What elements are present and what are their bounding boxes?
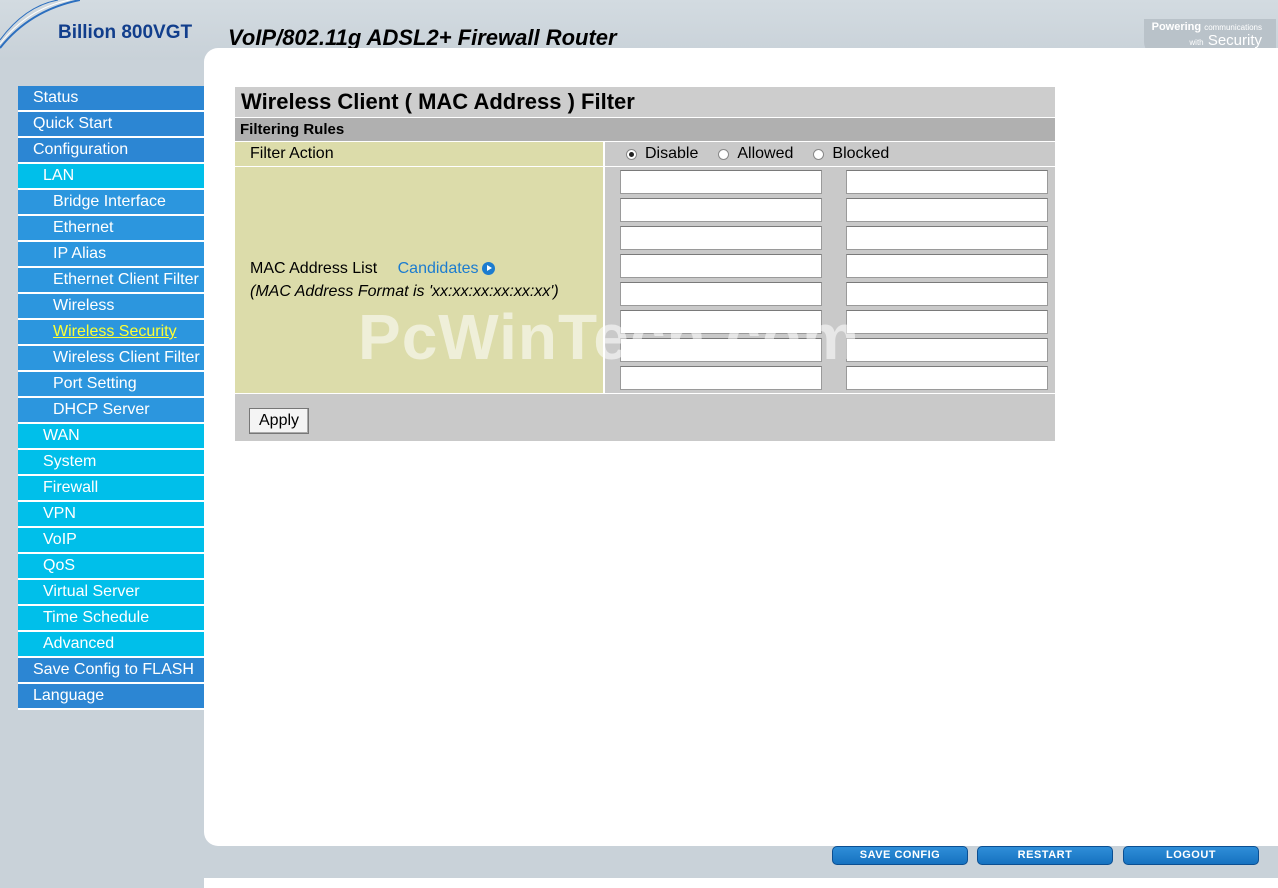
sidebar-item-qos[interactable]: QoS (18, 554, 204, 580)
sidebar-item-ethernet[interactable]: Ethernet (18, 216, 204, 242)
sidebar-item-lan[interactable]: LAN (18, 164, 204, 190)
sidebar-item-wireless-client-filter[interactable]: Wireless Client Filter (18, 346, 204, 372)
sidebar-item-bridge-interface[interactable]: Bridge Interface (18, 190, 204, 216)
filter-action-label: Filter Action (235, 141, 603, 166)
sidebar-item-ethernet-client-filter[interactable]: Ethernet Client Filter (18, 268, 204, 294)
save-config-button[interactable]: SAVE CONFIG (832, 846, 968, 865)
mac-format-hint: (MAC Address Format is 'xx:xx:xx:xx:xx:x… (250, 282, 559, 300)
sidebar-item-quick-start[interactable]: Quick Start (18, 112, 204, 138)
filter-disable-label: Disable (645, 145, 699, 162)
mac-address-inputs (603, 166, 1055, 393)
logout-button[interactable]: LOGOUT (1123, 846, 1259, 865)
mac-address-input-13[interactable] (620, 338, 822, 362)
mac-filter-table: Wireless Client ( MAC Address ) Filter F… (235, 87, 1055, 441)
sidebar-item-time-schedule[interactable]: Time Schedule (18, 606, 204, 632)
sidebar-item-wireless-security[interactable]: Wireless Security (18, 320, 204, 346)
candidates-link[interactable]: Candidates (398, 260, 495, 277)
mac-address-input-3[interactable] (620, 198, 822, 222)
filter-blocked-label: Blocked (832, 145, 890, 162)
sidebar-item-language[interactable]: Language (18, 684, 204, 710)
mac-address-input-1[interactable] (620, 170, 822, 194)
mac-address-input-12[interactable] (846, 310, 1048, 334)
filter-allowed-radio[interactable] (718, 148, 730, 160)
sidebar-item-virtual-server[interactable]: Virtual Server (18, 580, 204, 606)
mac-address-input-6[interactable] (846, 226, 1048, 250)
mac-address-input-2[interactable] (846, 170, 1048, 194)
mac-address-input-4[interactable] (846, 198, 1048, 222)
arrow-right-circle-icon[interactable] (481, 261, 495, 275)
filter-disable-radio[interactable] (626, 148, 637, 160)
sidebar-item-ip-alias[interactable]: IP Alias (18, 242, 204, 268)
apply-row: Apply (235, 393, 1055, 441)
sidebar-item-voip[interactable]: VoIP (18, 528, 204, 554)
sidebar-item-wireless[interactable]: Wireless (18, 294, 204, 320)
sidebar-item-dhcp-server[interactable]: DHCP Server (18, 398, 204, 424)
mac-address-input-16[interactable] (846, 366, 1048, 390)
mac-address-input-11[interactable] (620, 310, 822, 334)
sidebar-item-firewall[interactable]: Firewall (18, 476, 204, 502)
section-title: Filtering Rules (235, 117, 1055, 141)
mac-address-input-10[interactable] (846, 282, 1048, 306)
sidebar-item-port-setting[interactable]: Port Setting (18, 372, 204, 398)
restart-button[interactable]: RESTART (977, 846, 1113, 865)
sidebar-nav: Status Quick Start Configuration LAN Bridge … (18, 86, 204, 710)
mac-list-label: MAC Address List (250, 259, 378, 277)
mac-list-label-cell: MAC Address List Candidates (MAC Address… (235, 166, 603, 393)
sidebar-item-status[interactable]: Status (18, 86, 204, 112)
mac-address-input-14[interactable] (846, 338, 1048, 362)
apply-button[interactable]: Apply (249, 408, 310, 434)
page-title: Wireless Client ( MAC Address ) Filter (235, 87, 1055, 117)
sidebar-item-system[interactable]: System (18, 450, 204, 476)
sidebar-item-configuration[interactable]: Configuration (18, 138, 204, 164)
filter-action-options: Disable Allowed Blocked (603, 141, 1055, 166)
mac-address-input-8[interactable] (846, 254, 1048, 278)
sidebar-item-wan[interactable]: WAN (18, 424, 204, 450)
mac-address-input-15[interactable] (620, 366, 822, 390)
brand-name: Billion 800VGT (58, 22, 193, 43)
mac-address-input-7[interactable] (620, 254, 822, 278)
sidebar-item-advanced[interactable]: Advanced (18, 632, 204, 658)
sidebar-item-vpn[interactable]: VPN (18, 502, 204, 528)
mac-address-input-9[interactable] (620, 282, 822, 306)
filter-blocked-radio[interactable] (813, 148, 825, 160)
sidebar-item-save-config-to-flash[interactable]: Save Config to FLASH (18, 658, 204, 684)
filter-allowed-label: Allowed (737, 145, 794, 162)
bottom-strip (204, 878, 1278, 888)
mac-address-input-5[interactable] (620, 226, 822, 250)
